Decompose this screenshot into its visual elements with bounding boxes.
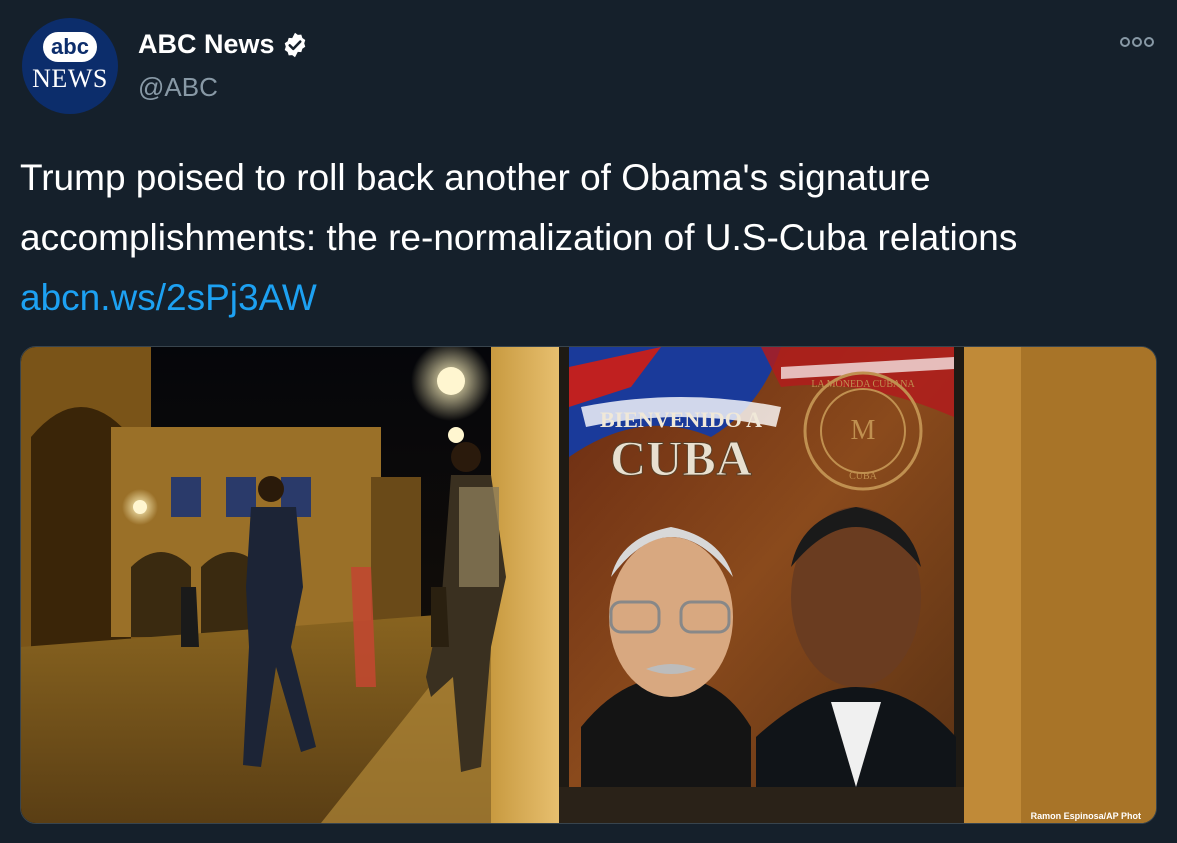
handle[interactable]: @ABC [138, 72, 218, 103]
photo-credit: Ramon Espinosa/AP Phot [1031, 811, 1141, 821]
svg-text:M: M [851, 415, 876, 446]
verified-badge-icon [284, 32, 305, 57]
poster-line1: BIENVENIDO A [600, 407, 762, 432]
abc-logo: abc [43, 32, 97, 62]
author-row: ABC News [138, 29, 309, 60]
avatar[interactable]: abc NEWS [22, 18, 118, 114]
tweet-body: Trump poised to roll back another of Oba… [20, 157, 1018, 258]
tweet-text: Trump poised to roll back another of Oba… [20, 148, 1150, 328]
poster-line2: CUBA [610, 430, 752, 486]
seal-text: LA MONEDA CUBANA [811, 379, 915, 390]
display-name[interactable]: ABC News [138, 29, 275, 60]
tweet-link[interactable]: abcn.ws/2sPj3AW [20, 277, 317, 318]
more-options-icon[interactable] [1119, 34, 1155, 50]
seal-bottom: CUBA [849, 471, 878, 482]
photo-scene: BIENVENIDO A CUBA M LA MONEDA CUBANA CUB… [21, 347, 1156, 823]
news-logo-text: NEWS [32, 64, 108, 93]
tweet-photo[interactable]: BIENVENIDO A CUBA M LA MONEDA CUBANA CUB… [20, 346, 1157, 824]
